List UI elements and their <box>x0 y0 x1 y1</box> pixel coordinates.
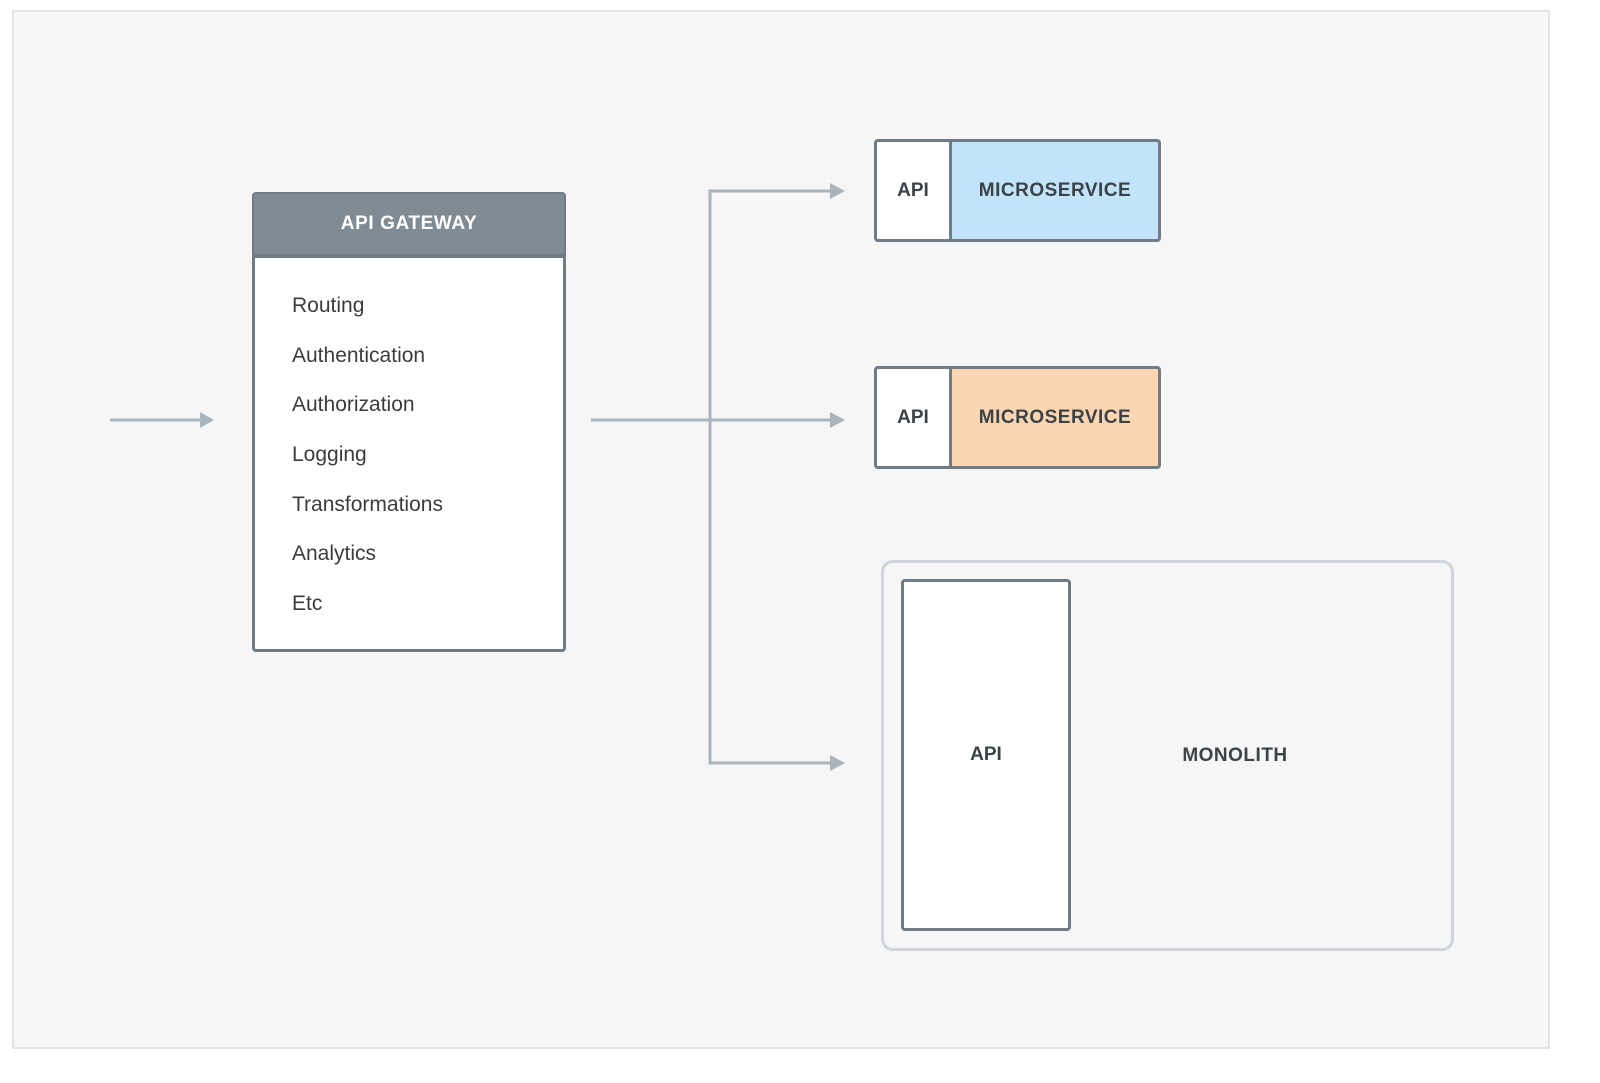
gateway-feature: Authorization <box>292 393 415 417</box>
arrowhead-monolith-icon <box>830 755 845 771</box>
monolith-api-label: API <box>970 744 1002 765</box>
gateway-feature: Transformations <box>292 492 443 516</box>
gateway-feature: Analytics <box>292 542 377 566</box>
monolith-api: API <box>901 579 1071 931</box>
arrowhead-service-1-icon <box>830 183 845 199</box>
microservice-box-2: API MICROSERVICE <box>874 366 1161 469</box>
microservice-1-label: MICROSERVICE <box>952 142 1158 239</box>
arrowhead-client-icon <box>200 412 214 428</box>
api-gateway-header: API GATEWAY <box>252 192 566 256</box>
microservice-2-api: API <box>877 369 952 466</box>
gateway-feature: Etc <box>292 592 323 616</box>
gateway-feature: Logging <box>292 443 367 467</box>
gateway-feature: Routing <box>292 294 365 317</box>
microservice-2-label: MICROSERVICE <box>952 369 1158 466</box>
monolith-label: MONOLITH <box>1182 745 1288 766</box>
gateway-branch-connector <box>708 189 832 765</box>
microservice-box-1: API MICROSERVICE <box>874 139 1161 242</box>
api-gateway-title: API GATEWAY <box>340 213 478 234</box>
api-gateway-body: Routing Authentication Authorization Log… <box>252 256 566 652</box>
gateway-feature-list: Routing Authentication Authorization Log… <box>292 294 443 642</box>
arrowhead-service-2-icon <box>830 412 845 428</box>
gateway-feature: Authentication <box>292 343 426 367</box>
microservice-1-api: API <box>877 142 952 239</box>
